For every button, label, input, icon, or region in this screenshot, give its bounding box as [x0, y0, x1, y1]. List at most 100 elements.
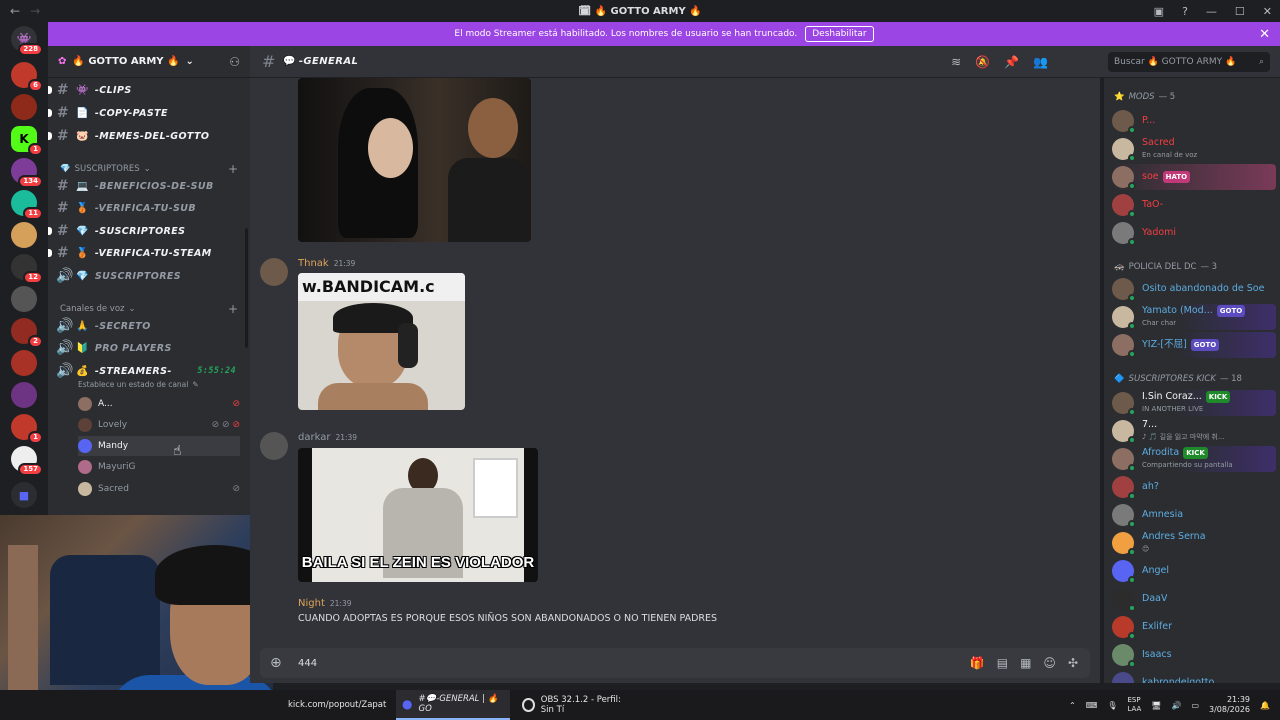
close-window-icon[interactable]: ✕ — [1263, 5, 1272, 18]
message-composer[interactable]: ⊕ 444 🎁 ▤ ▦ ☺ ✣ — [260, 648, 1090, 678]
channel-memes[interactable]: # 🐷 -MEMES-DEL-GOTTO — [48, 126, 246, 146]
gift-icon[interactable]: 🎁 — [970, 656, 985, 670]
member-item[interactable]: Amnesia — [1112, 502, 1276, 528]
taskbar-discord[interactable]: ● #💬-GENERAL | 🔥 GO — [396, 690, 510, 720]
avatar[interactable] — [260, 432, 288, 460]
category-voice[interactable]: Canales de voz ⌄ + — [60, 302, 238, 316]
member-item[interactable]: 7... ♪ 🎵 길을 잃고 마약에 취... — [1112, 418, 1276, 444]
attachment-gif[interactable]: w.BANDICAM.c — [298, 273, 465, 410]
volume-icon[interactable]: 🔊 — [1171, 701, 1181, 710]
server-icon[interactable] — [11, 382, 37, 408]
sidebar-scrollbar[interactable] — [245, 228, 248, 348]
channel-suscriptores[interactable]: # 💎 -SUSCRIPTORES — [48, 221, 246, 241]
upload-plus-icon[interactable]: ⊕ — [270, 655, 282, 671]
chevron-up-icon[interactable]: ⌃ — [1069, 701, 1076, 710]
server-icon[interactable]: 11 — [11, 190, 43, 220]
server-icon[interactable]: 12 — [11, 254, 43, 284]
server-icon[interactable]: 134 — [11, 158, 43, 188]
voice-channel-secreto[interactable]: 🔊 🙏 -SECRETO — [56, 316, 246, 336]
avatar[interactable] — [260, 258, 288, 286]
voice-user[interactable]: Mandy — [78, 436, 240, 456]
voice-user[interactable]: A... ⊘ — [78, 394, 240, 414]
voice-user[interactable]: Sacred ⊘ — [78, 479, 240, 499]
member-item[interactable]: TaO- — [1112, 192, 1276, 218]
language-indicator[interactable]: ESP LAA — [1127, 696, 1141, 714]
member-item[interactable]: soe HATO — [1112, 164, 1276, 190]
kick-server-icon[interactable]: K1 — [11, 126, 43, 156]
composer-input[interactable]: 444 — [298, 658, 317, 669]
member-item[interactable]: Andres Serna 😊 — [1112, 530, 1276, 556]
message-author[interactable]: Night 21:39 — [298, 598, 352, 609]
help-icon[interactable]: ? — [1182, 5, 1188, 18]
inbox-icon[interactable]: ▣ — [1154, 5, 1164, 18]
taskbar-obs[interactable]: OBS 32.1.2 - Perfil: Sin Tí — [516, 690, 640, 720]
author-name[interactable]: darkar — [298, 432, 330, 443]
emoji-icon[interactable]: ☺ — [1043, 656, 1056, 670]
category-suscriptores[interactable]: 💎 SUSCRIPTORES ⌄ + — [60, 162, 238, 176]
author-name[interactable]: Night — [298, 598, 325, 609]
notifications-muted-icon[interactable]: 🔕 — [975, 55, 990, 69]
voice-user[interactable]: MayuriG — [78, 457, 240, 477]
direct-messages-icon[interactable]: 👾 228 — [11, 26, 43, 56]
member-item[interactable]: P... — [1112, 108, 1276, 134]
voice-channel-pro-players[interactable]: 🔊 🔰 PRO PLAYERS — [56, 338, 246, 358]
member-item[interactable]: Afrodita KICK Compartiendo su pantalla — [1112, 446, 1276, 472]
member-item[interactable]: DaaV — [1112, 586, 1276, 612]
member-item[interactable]: I.Sin Coraz... KICK IN ANOTHER LIVE — [1112, 390, 1276, 416]
member-item[interactable]: kabrondelgotto — [1112, 670, 1276, 683]
keyboard-icon[interactable]: ⌨ — [1086, 701, 1098, 710]
server-icon[interactable] — [11, 350, 37, 376]
battery-icon[interactable]: ▭ — [1191, 701, 1199, 710]
member-item[interactable]: Isaacs — [1112, 642, 1276, 668]
server-icon[interactable]: 1 — [11, 414, 43, 444]
member-item[interactable]: ah? — [1112, 474, 1276, 500]
close-icon[interactable]: ✕ — [1259, 27, 1270, 42]
channel-verifica-steam[interactable]: # 🥉 -VERIFICA-TU-STEAM — [48, 243, 246, 263]
channel-verifica-sub[interactable]: # 🥉 -VERIFICA-TU-SUB — [56, 198, 246, 218]
minimize-icon[interactable]: — — [1206, 5, 1217, 18]
member-item[interactable]: YIZ-[不屈] GOTO — [1112, 332, 1276, 358]
attachment-gif[interactable]: BAILA SI EL ZEIN ES VIOLADOR — [298, 448, 538, 582]
server-header[interactable]: ✿ 🔥 GOTTO ARMY 🔥 ⌄ ⚇ — [48, 46, 250, 78]
create-channel-icon[interactable]: + — [228, 302, 238, 316]
channel-clips[interactable]: # 👾 -CLIPS — [48, 80, 246, 100]
member-item[interactable]: Osito abandonado de Soe — [1112, 276, 1276, 302]
disable-streamer-button[interactable]: Deshabilitar — [805, 26, 874, 42]
server-icon[interactable]: 6 — [11, 62, 43, 92]
server-icon[interactable]: 157 — [11, 446, 43, 476]
message-author[interactable]: Thnak 21:39 — [298, 258, 355, 269]
voice-user[interactable]: Lovely ⊘ ⊘ ⊘ — [78, 415, 240, 435]
channel-status-hint[interactable]: Establece un estado de canal ✎ — [78, 380, 250, 389]
member-list-icon[interactable]: 👥 — [1033, 55, 1048, 69]
folder-icon[interactable]: ■ — [11, 482, 37, 508]
member-item[interactable]: Exlifer — [1112, 614, 1276, 640]
invite-people-icon[interactable]: ⚇ — [229, 55, 240, 69]
apps-icon[interactable]: ✣ — [1068, 656, 1078, 670]
member-item[interactable]: Sacred En canal de voz — [1112, 136, 1276, 162]
channel-beneficios[interactable]: # 💻 -BENEFICIOS-DE-SUB — [56, 176, 246, 196]
server-icon[interactable] — [11, 222, 37, 248]
attachment-image[interactable] — [298, 78, 531, 242]
maximize-icon[interactable]: ☐ — [1235, 5, 1245, 18]
notifications-icon[interactable]: 🔔 — [1260, 701, 1270, 710]
create-channel-icon[interactable]: + — [228, 162, 238, 176]
network-icon[interactable]: 🖥 — [1151, 701, 1161, 710]
taskbar-chrome[interactable]: kick.com/popout/Zapat — [276, 690, 392, 720]
server-icon[interactable] — [11, 94, 37, 120]
server-icon[interactable] — [11, 286, 37, 312]
pinned-icon[interactable]: 📌 — [1004, 55, 1019, 69]
message-author[interactable]: darkar 21:39 — [298, 432, 357, 443]
server-icon[interactable]: 2 — [11, 318, 43, 348]
gif-icon[interactable]: ▤ — [997, 656, 1008, 670]
sticker-icon[interactable]: ▦ — [1020, 656, 1031, 670]
voice-channel-streamers[interactable]: 🔊 💰 -STREAMERS- 5:55:24 — [56, 361, 246, 381]
author-name[interactable]: Thnak — [298, 258, 329, 269]
microphone-icon[interactable]: 🎙 — [1107, 701, 1117, 710]
clock[interactable]: 21:39 3/08/2026 — [1209, 695, 1250, 715]
search-input[interactable]: Buscar 🔥 GOTTO ARMY 🔥 ⌕ — [1108, 52, 1270, 72]
member-item[interactable]: Yadomi — [1112, 220, 1276, 246]
threads-icon[interactable]: ≋ — [951, 55, 961, 69]
member-item[interactable]: Angel — [1112, 558, 1276, 584]
voice-channel-suscriptores[interactable]: 🔊 💎 SUSCRIPTORES — [56, 266, 246, 286]
member-item[interactable]: Yamato (Mod... GOTO Char char — [1112, 304, 1276, 330]
